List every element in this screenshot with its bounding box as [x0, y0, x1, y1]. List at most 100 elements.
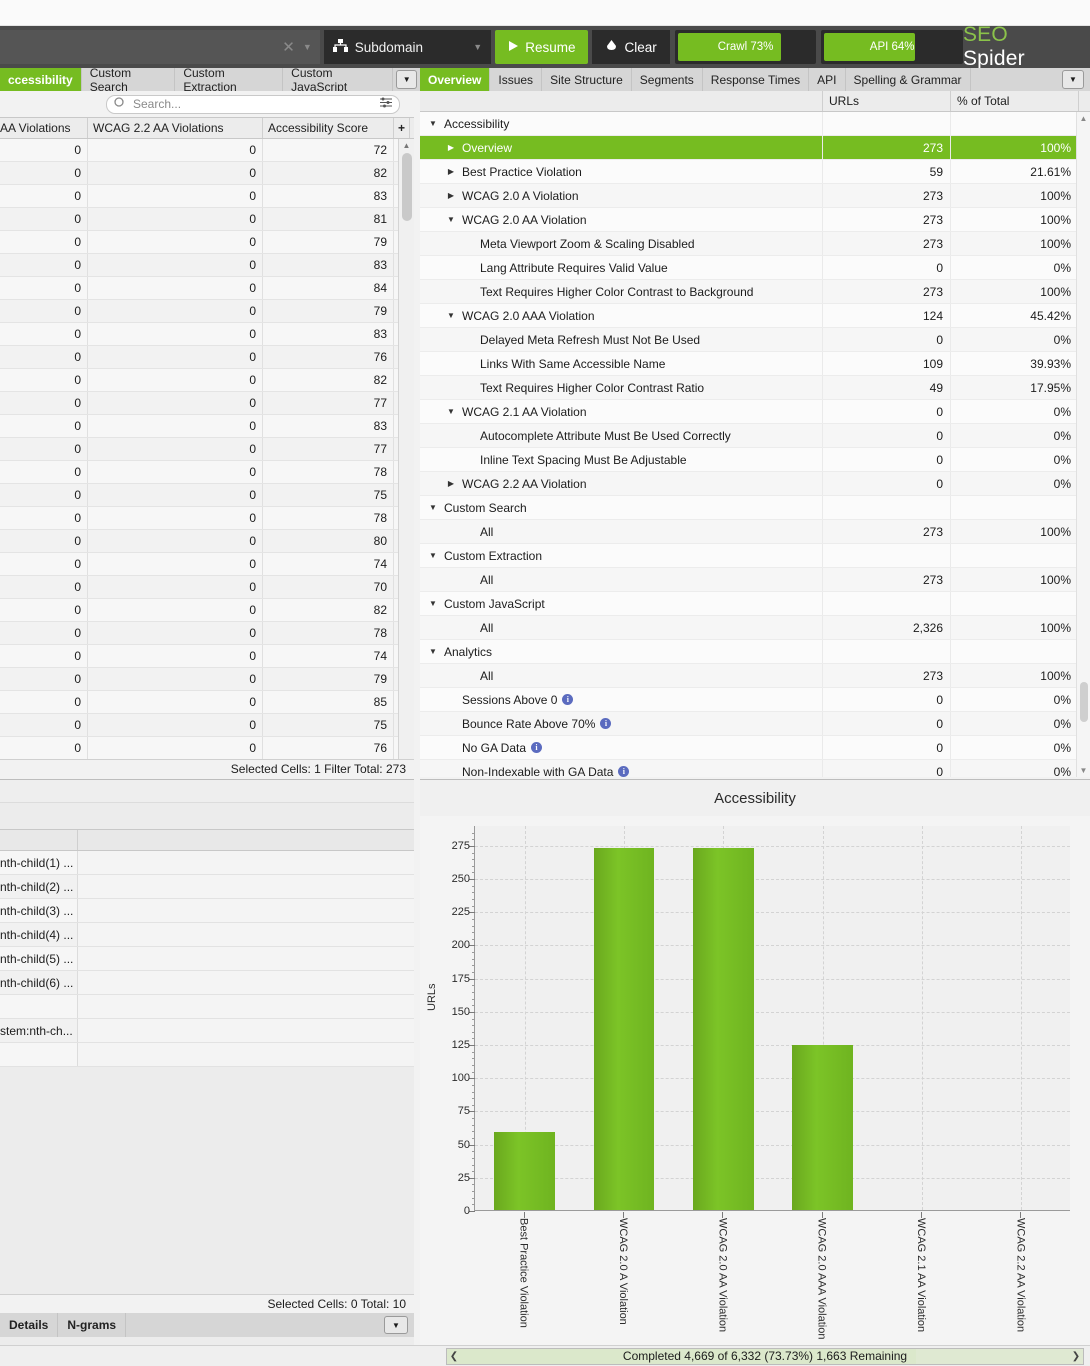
cell-accessibility-score[interactable]: 79: [263, 231, 394, 253]
cell-urls[interactable]: 0: [823, 424, 951, 447]
cell-pct-of-total[interactable]: 100%: [951, 208, 1079, 231]
tree-row-name[interactable]: ▼Custom JavaScript: [420, 592, 823, 615]
cell-urls[interactable]: 273: [823, 136, 951, 159]
cell-accessibility-score[interactable]: 77: [263, 392, 394, 414]
cell-wcag22-aa-violations[interactable]: 0: [88, 599, 263, 621]
tree-row-name[interactable]: All: [420, 616, 823, 639]
search-box[interactable]: [106, 95, 400, 114]
tree-row[interactable]: ▼Custom Extraction: [420, 544, 1090, 568]
cell-urls[interactable]: 59: [823, 160, 951, 183]
cell-aa-violations[interactable]: 0: [0, 162, 88, 184]
tree-row-name[interactable]: ▼WCAG 2.1 AA Violation: [420, 400, 823, 423]
cell-accessibility-score[interactable]: 83: [263, 415, 394, 437]
cell-selector[interactable]: nth-child(2) ...: [0, 875, 78, 898]
column-header-pct-of-total[interactable]: % of Total: [951, 91, 1079, 111]
table-row[interactable]: 0077: [0, 438, 414, 461]
cell-urls[interactable]: 0: [823, 688, 951, 711]
tree-row-name[interactable]: Text Requires Higher Color Contrast Rati…: [420, 376, 823, 399]
url-input-bar[interactable]: ✕ ▼: [0, 30, 320, 64]
left-table-scrollbar[interactable]: ▲: [398, 139, 414, 759]
cell-pct-of-total[interactable]: 100%: [951, 232, 1079, 255]
cell-value[interactable]: [78, 1019, 414, 1042]
cell-aa-violations[interactable]: 0: [0, 714, 88, 736]
cell-accessibility-score[interactable]: 85: [263, 691, 394, 713]
table-row[interactable]: 0074: [0, 553, 414, 576]
tree-row-name[interactable]: ▶WCAG 2.2 AA Violation: [420, 472, 823, 495]
chevron-down-icon[interactable]: ▼: [444, 311, 458, 320]
cell-aa-violations[interactable]: 0: [0, 254, 88, 276]
tree-row[interactable]: All273100%: [420, 664, 1090, 688]
cell-aa-violations[interactable]: 0: [0, 737, 88, 759]
cell-pct-of-total[interactable]: 100%: [951, 616, 1079, 639]
cell-pct-of-total[interactable]: 21.61%: [951, 160, 1079, 183]
cell-aa-violations[interactable]: 0: [0, 438, 88, 460]
table-row[interactable]: 0074: [0, 645, 414, 668]
table-row[interactable]: 0083: [0, 185, 414, 208]
cell-pct-of-total[interactable]: [951, 496, 1079, 519]
cell-aa-violations[interactable]: 0: [0, 277, 88, 299]
cell-urls[interactable]: 0: [823, 736, 951, 759]
cell-aa-violations[interactable]: 0: [0, 484, 88, 506]
chart-bar[interactable]: [693, 848, 754, 1210]
cell-urls[interactable]: [823, 496, 951, 519]
clear-button[interactable]: Clear: [592, 30, 669, 64]
chevron-down-icon[interactable]: ▼: [444, 215, 458, 224]
cell-wcag22-aa-violations[interactable]: 0: [88, 208, 263, 230]
cell-value[interactable]: [78, 899, 414, 922]
crawl-mode-selector[interactable]: Subdomain ▼: [324, 30, 491, 64]
cell-pct-of-total[interactable]: 0%: [951, 328, 1079, 351]
chevron-down-icon[interactable]: ▼: [426, 119, 440, 128]
bottom-tab-n-grams[interactable]: N-grams: [58, 1313, 126, 1337]
cell-accessibility-score[interactable]: 75: [263, 714, 394, 736]
cell-urls[interactable]: [823, 640, 951, 663]
chevron-down-icon[interactable]: ▼: [303, 43, 312, 52]
cell-urls[interactable]: 124: [823, 304, 951, 327]
tree-row[interactable]: All273100%: [420, 568, 1090, 592]
cell-urls[interactable]: 273: [823, 568, 951, 591]
cell-wcag22-aa-violations[interactable]: 0: [88, 392, 263, 414]
cell-accessibility-score[interactable]: 83: [263, 254, 394, 276]
tree-row[interactable]: Lang Attribute Requires Valid Value00%: [420, 256, 1090, 280]
cell-pct-of-total[interactable]: 0%: [951, 448, 1079, 471]
chevron-down-icon[interactable]: ▼: [1062, 70, 1084, 89]
cell-pct-of-total[interactable]: 100%: [951, 520, 1079, 543]
add-column-button[interactable]: +: [394, 118, 410, 138]
tree-row[interactable]: ▶Best Practice Violation5921.61%: [420, 160, 1090, 184]
cell-urls[interactable]: 273: [823, 280, 951, 303]
cell-wcag22-aa-violations[interactable]: 0: [88, 323, 263, 345]
cell-urls[interactable]: 0: [823, 400, 951, 423]
table-row[interactable]: 0079: [0, 300, 414, 323]
cell-pct-of-total[interactable]: 100%: [951, 568, 1079, 591]
tree-row-name[interactable]: Delayed Meta Refresh Must Not Be Used: [420, 328, 823, 351]
cell-wcag22-aa-violations[interactable]: 0: [88, 300, 263, 322]
cell-wcag22-aa-violations[interactable]: 0: [88, 668, 263, 690]
cell-urls[interactable]: [823, 112, 951, 135]
table-row[interactable]: 0076: [0, 737, 414, 759]
cell-selector[interactable]: nth-child(4) ...: [0, 923, 78, 946]
list-item[interactable]: nth-child(2) ...: [0, 875, 414, 899]
cell-urls[interactable]: [823, 592, 951, 615]
tab-overview[interactable]: Overview: [420, 68, 490, 91]
cell-pct-of-total[interactable]: 100%: [951, 184, 1079, 207]
cell-pct-of-total[interactable]: 0%: [951, 472, 1079, 495]
cell-aa-violations[interactable]: 0: [0, 369, 88, 391]
tree-row[interactable]: ▶WCAG 2.2 AA Violation00%: [420, 472, 1090, 496]
cell-wcag22-aa-violations[interactable]: 0: [88, 576, 263, 598]
cell-accessibility-score[interactable]: 84: [263, 277, 394, 299]
table-row[interactable]: 0077: [0, 392, 414, 415]
chevron-right-icon[interactable]: ▶: [444, 191, 458, 200]
cell-wcag22-aa-violations[interactable]: 0: [88, 714, 263, 736]
column-header-urls[interactable]: URLs: [823, 91, 951, 111]
cell-aa-violations[interactable]: 0: [0, 392, 88, 414]
chevron-right-icon[interactable]: ❯: [1069, 1351, 1083, 1362]
chevron-right-icon[interactable]: ▶: [444, 479, 458, 488]
cell-wcag22-aa-violations[interactable]: 0: [88, 369, 263, 391]
cell-accessibility-score[interactable]: 82: [263, 162, 394, 184]
table-row[interactable]: 0070: [0, 576, 414, 599]
cell-urls[interactable]: 49: [823, 376, 951, 399]
table-row[interactable]: 0075: [0, 484, 414, 507]
cell-aa-violations[interactable]: 0: [0, 507, 88, 529]
list-item[interactable]: [0, 1043, 414, 1067]
cell-pct-of-total[interactable]: 100%: [951, 664, 1079, 687]
table-row[interactable]: 0078: [0, 507, 414, 530]
